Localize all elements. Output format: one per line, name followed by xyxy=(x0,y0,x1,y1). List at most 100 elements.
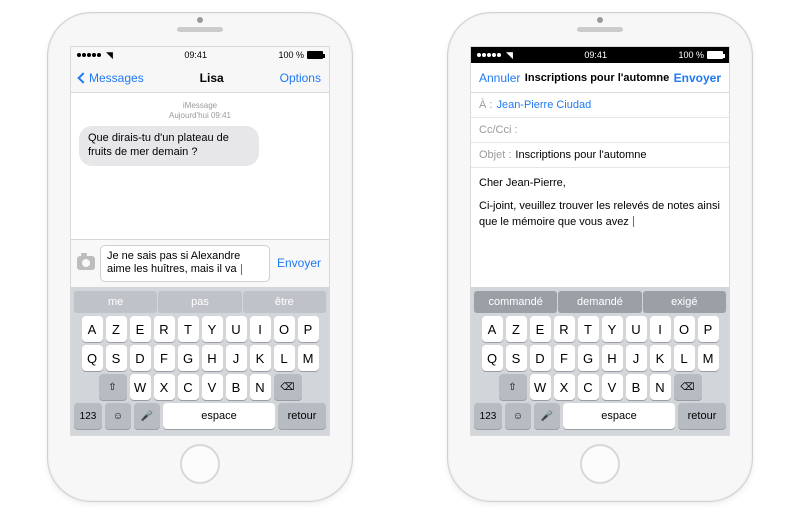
key-v[interactable]: V xyxy=(202,374,223,400)
to-row[interactable]: À : Jean-Pierre Ciudad xyxy=(471,93,729,118)
key-o[interactable]: O xyxy=(274,316,295,342)
numbers-key[interactable]: 123 xyxy=(74,403,102,429)
messages-navbar: Messages Lisa Options xyxy=(71,63,329,93)
backspace-key[interactable]: ⌫ xyxy=(274,374,302,400)
cc-label: Cc/Cci : xyxy=(479,124,518,136)
key-s[interactable]: S xyxy=(106,345,127,371)
key-v[interactable]: V xyxy=(602,374,623,400)
predictive-bar: commandé demandé exigé xyxy=(474,291,726,313)
key-c[interactable]: C xyxy=(578,374,599,400)
text-cursor xyxy=(241,264,242,275)
dictation-key[interactable]: 🎤 xyxy=(134,403,160,429)
wifi-icon: ◥ xyxy=(506,50,513,61)
key-b[interactable]: B xyxy=(226,374,247,400)
key-q[interactable]: Q xyxy=(82,345,103,371)
return-key[interactable]: retour xyxy=(278,403,326,429)
key-n[interactable]: N xyxy=(650,374,671,400)
key-x[interactable]: X xyxy=(554,374,575,400)
draft-text: Je ne sais pas si Alexandre aime les huî… xyxy=(107,250,240,276)
key-m[interactable]: M xyxy=(298,345,319,371)
backspace-key[interactable]: ⌫ xyxy=(674,374,702,400)
send-button[interactable]: Envoyer xyxy=(275,256,323,270)
key-a[interactable]: A xyxy=(82,316,103,342)
key-z[interactable]: Z xyxy=(106,316,127,342)
key-p[interactable]: P xyxy=(298,316,319,342)
key-n[interactable]: N xyxy=(250,374,271,400)
subject-row[interactable]: Objet : Inscriptions pour l'automne xyxy=(471,143,729,168)
cancel-button[interactable]: Annuler xyxy=(479,71,520,85)
send-button[interactable]: Envoyer xyxy=(674,71,721,85)
dictation-key[interactable]: 🎤 xyxy=(534,403,560,429)
key-f[interactable]: F xyxy=(554,345,575,371)
key-m[interactable]: M xyxy=(698,345,719,371)
key-w[interactable]: W xyxy=(530,374,551,400)
key-l[interactable]: L xyxy=(674,345,695,371)
prediction-3[interactable]: être xyxy=(243,291,326,313)
cc-row[interactable]: Cc/Cci : xyxy=(471,118,729,143)
iphone-mail: ◥ 09:41 100 % Annuler Inscriptions pour … xyxy=(447,12,753,502)
shift-key[interactable]: ⇧ xyxy=(499,374,527,400)
key-h[interactable]: H xyxy=(602,345,623,371)
key-y[interactable]: Y xyxy=(602,316,623,342)
home-button[interactable] xyxy=(180,444,220,484)
home-button[interactable] xyxy=(580,444,620,484)
mail-body-editor[interactable]: Cher Jean-Pierre, Ci-joint, veuillez tro… xyxy=(471,168,729,238)
key-i[interactable]: I xyxy=(250,316,271,342)
battery-icon xyxy=(707,51,723,59)
key-d[interactable]: D xyxy=(530,345,551,371)
key-i[interactable]: I xyxy=(650,316,671,342)
back-button[interactable]: Messages xyxy=(79,71,144,85)
key-k[interactable]: K xyxy=(250,345,271,371)
screen-mail: ◥ 09:41 100 % Annuler Inscriptions pour … xyxy=(470,46,730,436)
prediction-1[interactable]: me xyxy=(74,291,157,313)
shift-key[interactable]: ⇧ xyxy=(99,374,127,400)
key-l[interactable]: L xyxy=(274,345,295,371)
key-r[interactable]: R xyxy=(154,316,175,342)
key-k[interactable]: K xyxy=(650,345,671,371)
return-key[interactable]: retour xyxy=(678,403,726,429)
key-d[interactable]: D xyxy=(130,345,151,371)
key-h[interactable]: H xyxy=(202,345,223,371)
key-j[interactable]: J xyxy=(626,345,647,371)
emoji-key[interactable]: ☺ xyxy=(105,403,131,429)
key-p[interactable]: P xyxy=(698,316,719,342)
key-s[interactable]: S xyxy=(506,345,527,371)
key-x[interactable]: X xyxy=(154,374,175,400)
key-g[interactable]: G xyxy=(578,345,599,371)
mail-title: Inscriptions pour l'automne xyxy=(520,72,673,84)
incoming-message-bubble[interactable]: Que dirais-tu d'un plateau de fruits de … xyxy=(79,126,259,166)
key-y[interactable]: Y xyxy=(202,316,223,342)
key-t[interactable]: T xyxy=(578,316,599,342)
key-b[interactable]: B xyxy=(626,374,647,400)
key-e[interactable]: E xyxy=(530,316,551,342)
key-u[interactable]: U xyxy=(626,316,647,342)
key-z[interactable]: Z xyxy=(506,316,527,342)
key-q[interactable]: Q xyxy=(482,345,503,371)
key-t[interactable]: T xyxy=(178,316,199,342)
key-o[interactable]: O xyxy=(674,316,695,342)
camera-icon[interactable] xyxy=(77,256,95,270)
key-u[interactable]: U xyxy=(226,316,247,342)
key-r[interactable]: R xyxy=(554,316,575,342)
conversation-area[interactable]: iMessage Aujourd'hui 09:41 Que dirais-tu… xyxy=(71,93,329,239)
key-j[interactable]: J xyxy=(226,345,247,371)
key-c[interactable]: C xyxy=(178,374,199,400)
emoji-key[interactable]: ☺ xyxy=(505,403,531,429)
key-w[interactable]: W xyxy=(130,374,151,400)
space-key[interactable]: espace xyxy=(163,403,275,429)
prediction-2[interactable]: demandé xyxy=(558,291,641,313)
key-e[interactable]: E xyxy=(130,316,151,342)
space-key[interactable]: espace xyxy=(563,403,675,429)
prediction-3[interactable]: exigé xyxy=(643,291,726,313)
to-value[interactable]: Jean-Pierre Ciudad xyxy=(496,99,591,111)
conversation-title[interactable]: Lisa xyxy=(200,71,224,85)
key-g[interactable]: G xyxy=(178,345,199,371)
options-button[interactable]: Options xyxy=(280,71,321,85)
prediction-1[interactable]: commandé xyxy=(474,291,557,313)
key-a[interactable]: A xyxy=(482,316,503,342)
key-f[interactable]: F xyxy=(154,345,175,371)
numbers-key[interactable]: 123 xyxy=(474,403,502,429)
prediction-2[interactable]: pas xyxy=(158,291,241,313)
key-row-1: AZERTYUIOP xyxy=(74,316,326,342)
message-input[interactable]: Je ne sais pas si Alexandre aime les huî… xyxy=(100,245,270,283)
